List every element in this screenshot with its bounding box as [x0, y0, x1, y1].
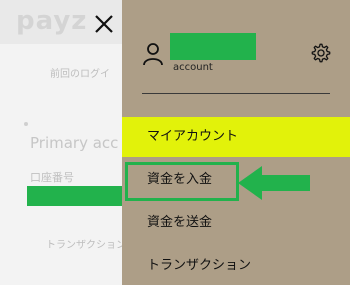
- account-number-redacted: [27, 186, 127, 206]
- highlight-box: [125, 162, 239, 201]
- close-button[interactable]: [92, 12, 116, 36]
- menu-item-my-account[interactable]: マイアカウント: [122, 117, 350, 157]
- menu-item-transactions[interactable]: トランザクション: [122, 246, 350, 285]
- menu-item-send-funds[interactable]: 資金を送金: [122, 203, 350, 243]
- divider: [142, 93, 330, 94]
- account-label: account: [173, 62, 213, 73]
- side-drawer: account マイアカウント 資金を入金 資金を送金 トランザクション: [122, 0, 350, 285]
- gear-icon[interactable]: [310, 42, 332, 64]
- account-number-label: 口座番号: [30, 171, 74, 184]
- pointer-arrow-icon: [238, 166, 310, 200]
- logo: payz: [16, 6, 88, 36]
- user-icon: [143, 43, 163, 66]
- background-transactions-label: トランザクション: [46, 240, 126, 251]
- close-icon: [95, 15, 113, 33]
- last-login-text: 前回のログイ: [50, 69, 110, 80]
- status-dot: [24, 122, 28, 126]
- username-redacted: [170, 33, 256, 60]
- primary-account-title: Primary acc: [30, 134, 119, 152]
